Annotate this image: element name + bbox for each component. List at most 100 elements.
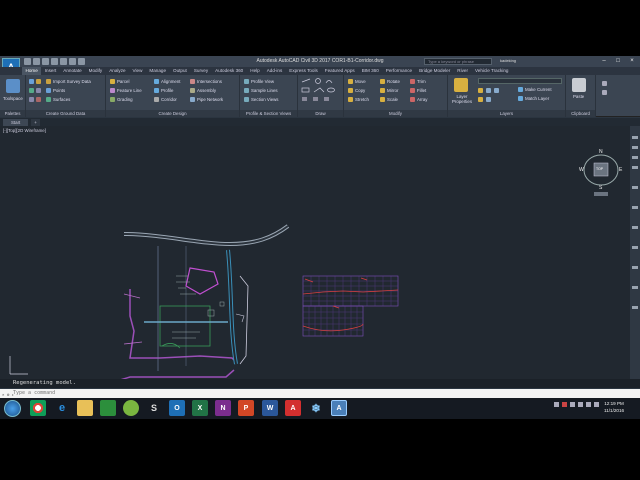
surfaces-button[interactable]: Surfaces	[46, 97, 70, 102]
toolspace-button[interactable]: Toolspace	[3, 96, 23, 101]
layer-off-icon[interactable]	[486, 88, 491, 93]
chrome-icon[interactable]	[30, 400, 46, 416]
tray-app-icon[interactable]	[562, 402, 567, 407]
copy-button[interactable]: Copy	[348, 88, 365, 93]
trim-button[interactable]: Trim	[410, 79, 426, 84]
navigation-bar[interactable]	[630, 126, 640, 379]
assembly-button[interactable]: Assembly	[190, 88, 216, 93]
maximize-icon[interactable]: □	[612, 57, 624, 65]
layer-state-icon[interactable]	[478, 88, 483, 93]
onenote-icon[interactable]: N	[215, 400, 231, 416]
import-survey-button[interactable]: Import Survey Data	[46, 79, 91, 84]
tab-bridge-modeler[interactable]: Bridge Modeler	[416, 67, 454, 75]
tab-performance[interactable]: Performance	[382, 67, 415, 75]
tab-autodesk-360[interactable]: Autodesk 360	[212, 67, 247, 75]
excel-viewer-icon[interactable]	[100, 400, 116, 416]
tab-river[interactable]: River	[454, 67, 472, 75]
parcel-button[interactable]: Parcel	[110, 79, 129, 84]
paste-icon[interactable]	[572, 78, 586, 92]
tab-modify[interactable]: Modify	[85, 67, 106, 75]
drawing-viewport[interactable]: [-][Top][2D Wireframe] N S E W TOP	[0, 126, 630, 379]
alignment-button[interactable]: Alignment	[154, 79, 181, 84]
tab-manage[interactable]: Manage	[146, 67, 170, 75]
viewcube-face[interactable]: TOP	[596, 167, 603, 171]
fillet-button[interactable]: Fillet	[410, 88, 426, 93]
layer-dropdown[interactable]	[478, 78, 562, 84]
intersections-button[interactable]: Intersections	[190, 79, 222, 84]
surface-icon[interactable]	[29, 88, 34, 93]
acrobat-icon[interactable]: A	[285, 400, 301, 416]
layer-properties-icon[interactable]	[454, 78, 468, 92]
tab-survey[interactable]: Survey	[190, 67, 211, 75]
layer-freeze-icon[interactable]	[494, 88, 499, 93]
copy-clip-icon[interactable]	[602, 81, 607, 86]
powerpoint-icon[interactable]: P	[238, 400, 254, 416]
tab-home[interactable]: Home	[22, 67, 42, 75]
corridor-button[interactable]: Corridor	[154, 97, 177, 102]
grading-button[interactable]: Grading	[110, 97, 133, 102]
volume-icon[interactable]	[594, 402, 599, 407]
make-current-button[interactable]: Make Current	[518, 87, 552, 92]
draw-tools[interactable]	[298, 75, 344, 109]
sway-icon[interactable]: S	[146, 400, 162, 416]
new-tab-button[interactable]: +	[31, 118, 40, 126]
section-views-button[interactable]: Section Views	[244, 97, 279, 102]
word-icon[interactable]: W	[262, 400, 278, 416]
rotate-button[interactable]: Rotate	[380, 79, 400, 84]
lines-icon[interactable]	[36, 88, 41, 93]
cut-icon[interactable]	[602, 90, 607, 95]
tab-view[interactable]: View	[129, 67, 146, 75]
chevron-up-icon[interactable]	[554, 402, 559, 407]
scale-button[interactable]: Scale	[380, 97, 398, 102]
autocad-taskbar-icon[interactable]: A	[331, 400, 347, 416]
tab-analyze[interactable]: Analyze	[106, 67, 129, 75]
tab-help[interactable]: Help	[247, 67, 263, 75]
move-button[interactable]: Move	[348, 79, 366, 84]
user-name[interactable]: kadeking	[500, 58, 516, 63]
minimize-icon[interactable]: –	[598, 57, 610, 65]
flag-icon[interactable]	[570, 402, 575, 407]
screen-icon[interactable]	[578, 402, 583, 407]
start-button[interactable]	[4, 400, 21, 417]
layer-iso-icon[interactable]	[486, 97, 491, 102]
feature-line-button[interactable]: Feature Line	[110, 88, 142, 93]
points-button[interactable]: Points	[46, 88, 65, 93]
profile-view-button[interactable]: Profile View	[244, 79, 274, 84]
sample-lines-button[interactable]: Sample Lines	[244, 88, 278, 93]
import-icon[interactable]	[36, 79, 41, 84]
array-button[interactable]: Array	[410, 97, 428, 102]
outlook-icon[interactable]: O	[169, 400, 185, 416]
excel-icon[interactable]: X	[192, 400, 208, 416]
viewcube[interactable]: N S E W TOP	[578, 148, 624, 198]
grid-icon[interactable]	[29, 97, 34, 102]
snowflake-icon[interactable]: ❄	[308, 400, 324, 416]
search-input[interactable]: Type a keyword or phrase	[424, 58, 492, 65]
internet-explorer-icon[interactable]: e	[54, 400, 70, 416]
paste-button[interactable]: Paste	[573, 94, 584, 99]
layer-properties-button[interactable]: Layer Properties	[452, 94, 472, 104]
toolspace-icon[interactable]	[6, 79, 20, 93]
points-icon[interactable]	[29, 79, 34, 84]
tab-output[interactable]: Output	[170, 67, 191, 75]
network-icon[interactable]	[586, 402, 591, 407]
command-input[interactable]: ✕ ⚙ ▸ Type a command	[0, 389, 640, 398]
profile-button[interactable]: Profile	[154, 88, 173, 93]
tab-add-ins[interactable]: Add-ins	[263, 67, 286, 75]
mirror-button[interactable]: Mirror	[380, 88, 398, 93]
pipe-network-button[interactable]: Pipe Network	[190, 97, 223, 102]
layer-lock-icon[interactable]	[478, 97, 483, 102]
clock[interactable]: 12:19 PM 11/1/2016	[604, 400, 624, 414]
tab-express-tools[interactable]: Express Tools	[286, 67, 322, 75]
chat-icon[interactable]	[123, 400, 139, 416]
match-layer-button[interactable]: Match Layer	[518, 96, 549, 101]
tab-annotate[interactable]: Annotate	[60, 67, 85, 75]
tab-insert[interactable]: Insert	[41, 67, 60, 75]
file-explorer-icon[interactable]	[77, 400, 93, 416]
start-tab[interactable]: Start	[3, 118, 29, 126]
tab-featured-apps[interactable]: Featured Apps	[321, 67, 358, 75]
close-icon[interactable]: ×	[626, 57, 638, 65]
stretch-button[interactable]: Stretch	[348, 97, 369, 102]
tab-vehicle-tracking[interactable]: Vehicle Tracking	[472, 67, 512, 75]
tab-bim-360[interactable]: BIM 360	[358, 67, 382, 75]
mark-icon[interactable]	[36, 97, 41, 102]
